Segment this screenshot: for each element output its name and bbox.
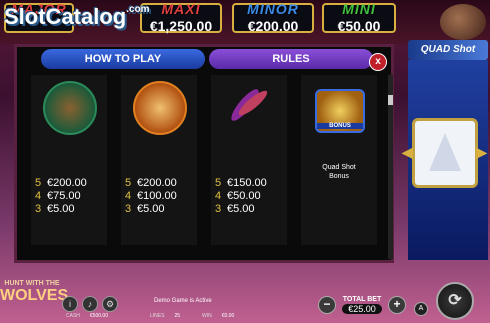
pay-count: 5 (35, 177, 42, 189)
eagle-icon (133, 81, 187, 135)
speaker-icon: ♪ (87, 299, 93, 309)
wolf-icon (440, 4, 486, 40)
game-logo-top: HUNT WITH THE (4, 280, 60, 287)
tab-rules[interactable]: RULES (209, 49, 373, 69)
total-bet-label: TOTAL BET (342, 296, 382, 303)
spin-icon: ⟳ (448, 292, 462, 309)
increase-bet-button[interactable]: + (388, 296, 406, 314)
settings-button[interactable]: ⚙ (102, 296, 118, 312)
watermark-suffix: .com (126, 4, 150, 15)
jackpot-maxi-value: €1,250.00 (149, 18, 213, 34)
pay-count: 5 (125, 177, 132, 189)
quad-shot-reel-logo: QUAD Shot (408, 40, 488, 60)
pay-count: 3 (35, 203, 42, 215)
cash-readout: CASH €500.00 (66, 313, 108, 319)
reel-symbol-window (412, 118, 478, 188)
demo-status: Demo Game is Active (154, 298, 212, 304)
bonus-label-line2: Bonus (329, 173, 349, 180)
tab-how-to-play[interactable]: HOW TO PLAY (41, 49, 205, 69)
pay-count: 4 (125, 190, 132, 202)
game-logo-main: WOLVES (0, 287, 69, 304)
win-value: €0.00 (221, 313, 235, 319)
autoplay-button[interactable]: A (414, 302, 428, 316)
total-bet-value: €25.00 (342, 304, 382, 314)
pay-count: 4 (35, 190, 42, 202)
cash-value: €500.00 (89, 313, 108, 319)
paytable-panel: HOW TO PLAY RULES x 5 €200.00 4 €75.00 3 €5… (14, 44, 394, 263)
jackpot-maxi: MAXI €1,250.00 (140, 1, 222, 34)
win-label: WIN (202, 313, 212, 319)
paytable-column-eagle: 5 €200.00 4 €100.00 3 €5.00 (121, 75, 197, 245)
bonus-description: Quad Shot Bonus (301, 163, 377, 181)
jackpot-mini-name: MINI (342, 1, 376, 17)
quad-shot-bonus-icon: BONUS (315, 89, 365, 133)
paytable-scrollbar[interactable] (388, 75, 393, 259)
decrease-bet-button[interactable]: − (318, 296, 336, 314)
jackpot-mini-value: €50.00 (337, 18, 381, 34)
lines-label: LINES (150, 313, 165, 319)
pay-amount: €5.00 (47, 203, 75, 215)
feathers-icon (231, 89, 268, 121)
wolf-silhouette-icon (429, 133, 461, 171)
pay-count: 3 (215, 203, 222, 215)
watermark-text: SlotCatalog (4, 4, 127, 29)
cash-label: CASH (66, 313, 80, 319)
sound-button[interactable]: ♪ (82, 296, 98, 312)
pay-amount: €100.00 (137, 190, 177, 202)
close-button[interactable]: x (369, 53, 387, 71)
paytable-pays-lynx: 5 €200.00 4 €75.00 3 €5.00 (35, 177, 87, 216)
jackpot-minor-value: €200.00 (247, 18, 299, 34)
bottom-control-bar: i ♪ ⚙ Demo Game is Active CASH €500.00 LI… (62, 296, 442, 323)
reel-left-arrow-icon: ◀ (402, 144, 413, 160)
game-logo: HUNT WITH THE WOLVES (0, 270, 68, 314)
watermark-logo: SlotCatalog.com (4, 4, 150, 30)
pay-amount: €200.00 (47, 177, 87, 189)
jackpot-minor: MINOR €200.00 (232, 1, 314, 34)
gear-icon: ⚙ (105, 299, 115, 309)
total-bet-box: TOTAL BET €25.00 (338, 296, 386, 318)
paytable-pays-feathers: 5 €150.00 4 €50.00 3 €5.00 (215, 177, 267, 216)
paytable-tabs: HOW TO PLAY RULES (41, 49, 401, 69)
pay-count: 4 (215, 190, 222, 202)
win-readout: WIN €0.00 (202, 313, 234, 319)
lynx-icon (43, 81, 97, 135)
pay-amount: €50.00 (227, 190, 261, 202)
jackpot-mini: MINI €50.00 (322, 1, 396, 34)
jackpot-maxi-name: MAXI (161, 1, 201, 17)
pay-amount: €5.00 (227, 203, 255, 215)
pay-count: 3 (125, 203, 132, 215)
paytable-column-bonus: BONUS Quad Shot Bonus (301, 75, 377, 245)
bonus-badge: BONUS (317, 123, 363, 129)
pay-amount: €200.00 (137, 177, 177, 189)
pay-count: 5 (215, 177, 222, 189)
paytable-column-lynx: 5 €200.00 4 €75.00 3 €5.00 (31, 75, 107, 245)
pay-amount: €150.00 (227, 177, 267, 189)
pay-amount: €5.00 (137, 203, 165, 215)
jackpot-minor-name: MINOR (247, 1, 299, 17)
lines-value: 25 (174, 313, 181, 319)
paytable-column-feathers: 5 €150.00 4 €50.00 3 €5.00 (211, 75, 287, 245)
scrollbar-thumb[interactable] (388, 95, 393, 105)
bonus-label-line1: Quad Shot (322, 164, 356, 171)
paytable-pays-eagle: 5 €200.00 4 €100.00 3 €5.00 (125, 177, 177, 216)
spin-button[interactable]: ⟳ (436, 282, 474, 320)
info-button[interactable]: i (62, 296, 78, 312)
pay-amount: €75.00 (47, 190, 81, 202)
lines-readout: LINES 25 (150, 313, 180, 319)
reel-right-arrow-icon: ▶ (476, 144, 487, 160)
